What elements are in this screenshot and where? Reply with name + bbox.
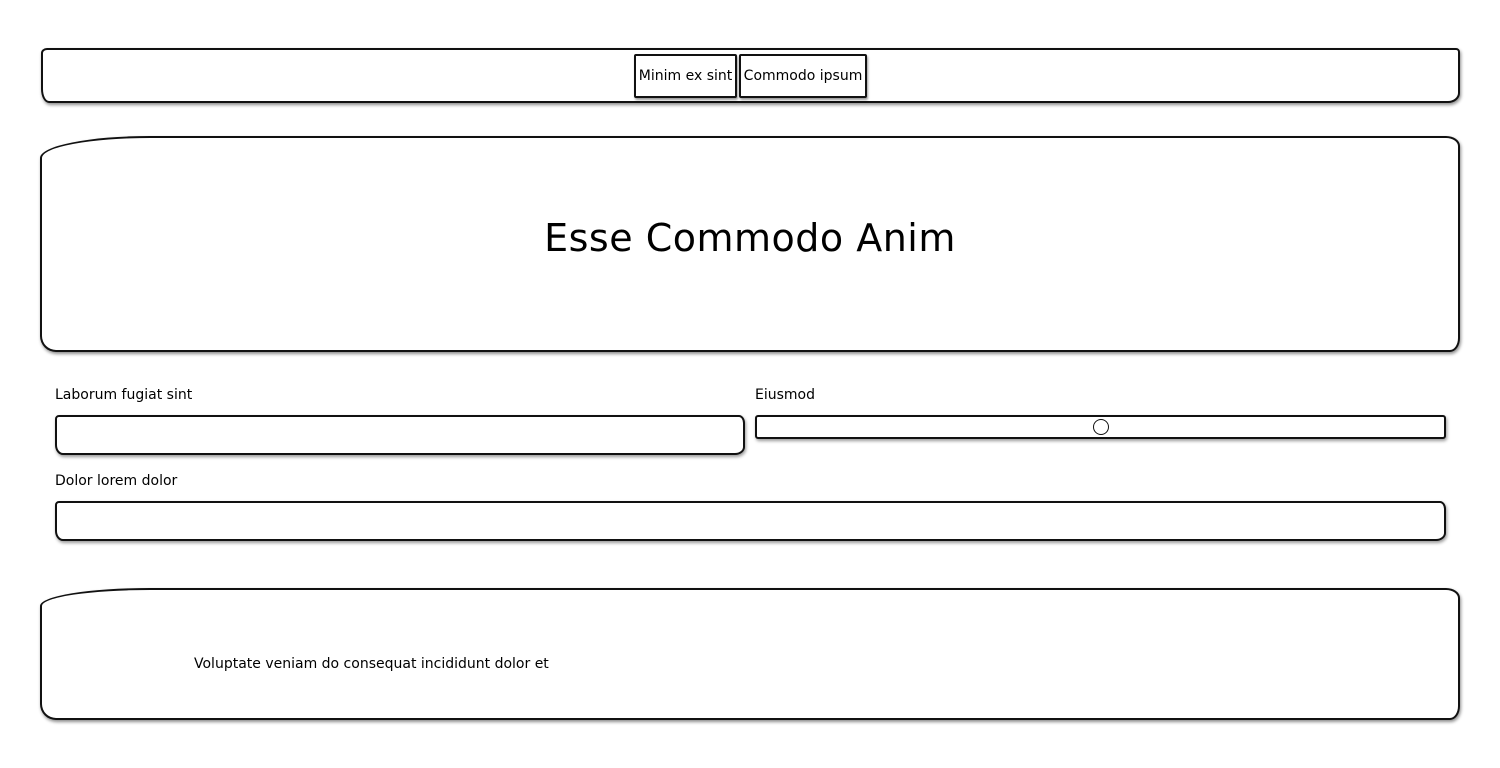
- nav-button-group: Minim ex sint Commodo ipsum: [634, 54, 867, 98]
- dolor-input[interactable]: [55, 501, 1446, 541]
- laborum-input[interactable]: [55, 415, 745, 455]
- footer-text: Voluptate veniam do consequat incididunt…: [194, 656, 549, 672]
- footer-panel: [40, 588, 1460, 720]
- field-label-dolor: Dolor lorem dolor: [55, 473, 178, 489]
- field-label-laborum: Laborum fugiat sint: [55, 387, 193, 403]
- hero-title: Esse Commodo Anim: [544, 216, 956, 260]
- page: Minim ex sint Commodo ipsum Esse Commodo…: [0, 0, 1500, 768]
- nav-button-minim-ex-sint[interactable]: Minim ex sint: [634, 54, 737, 98]
- slider-label-eiusmod: Eiusmod: [755, 387, 815, 403]
- nav-button-commodo-ipsum[interactable]: Commodo ipsum: [739, 54, 867, 98]
- slider-thumb[interactable]: [1092, 419, 1109, 435]
- eiusmod-slider[interactable]: [755, 415, 1446, 439]
